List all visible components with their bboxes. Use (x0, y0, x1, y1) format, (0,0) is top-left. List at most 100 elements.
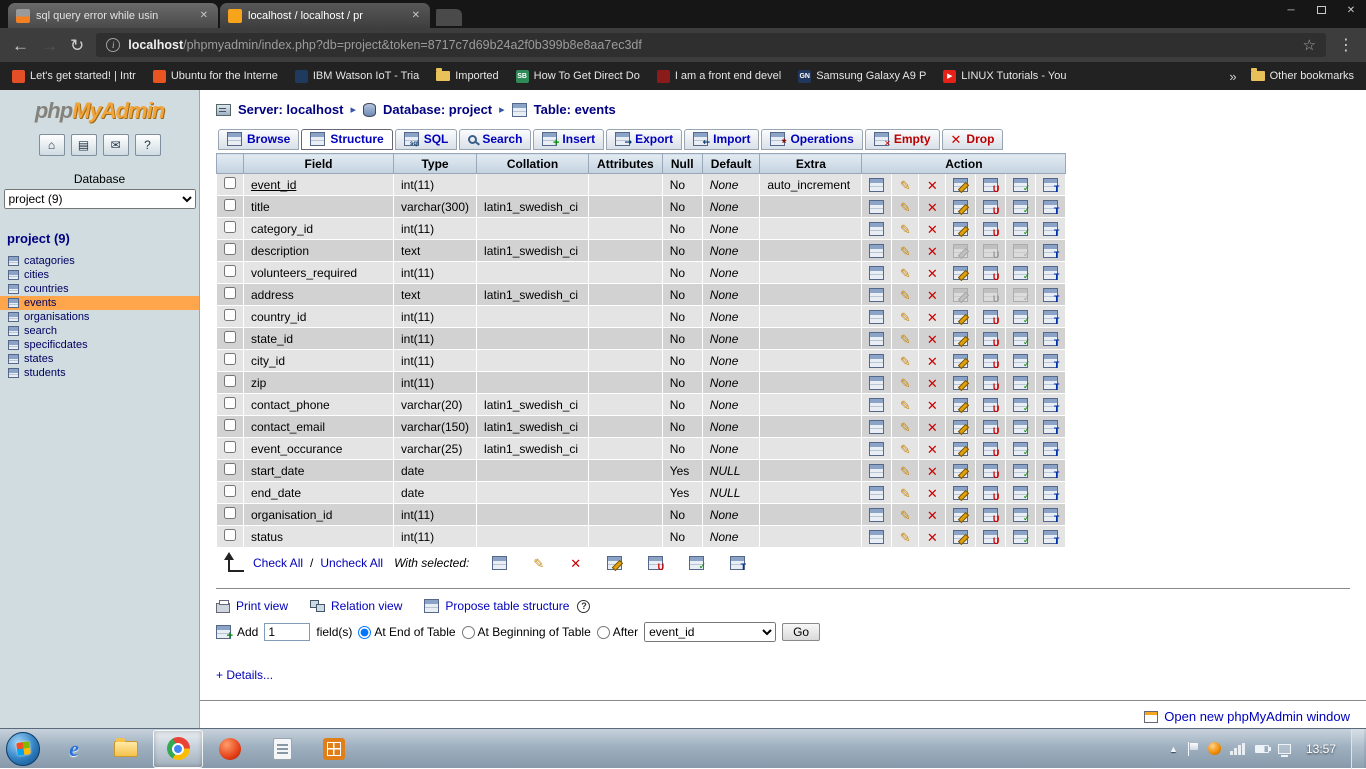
browse-icon[interactable] (869, 375, 885, 390)
bookmarks-overflow-icon[interactable]: » (1229, 69, 1236, 84)
tab-export[interactable]: Export (606, 129, 683, 150)
primary-icon[interactable] (953, 397, 969, 412)
tab-drop[interactable]: ✕ Drop (941, 129, 1004, 150)
after-field-select[interactable]: event_id (644, 622, 777, 642)
fulltext-icon[interactable] (1043, 331, 1059, 348)
sidebar-table-catagories[interactable]: catagories (0, 254, 199, 268)
change-icon[interactable]: ✎ (900, 509, 911, 522)
browse-icon[interactable] (869, 177, 885, 192)
primary-icon[interactable] (953, 419, 969, 434)
bookmark-item[interactable]: Imported (436, 68, 499, 82)
sidebar-table-events[interactable]: events (0, 296, 199, 310)
change-icon[interactable]: ✎ (900, 487, 911, 500)
unique-icon[interactable] (983, 529, 999, 546)
details-link[interactable]: + Details... (216, 668, 1350, 682)
browser-tab-1[interactable]: sql query error while usin ✕ (8, 3, 218, 28)
bookmark-star-icon[interactable]: ☆ (1303, 36, 1316, 54)
browse-icon[interactable] (869, 287, 885, 302)
row-checkbox[interactable] (224, 529, 236, 541)
fulltext-icon[interactable] (1043, 221, 1059, 238)
primary-icon[interactable] (953, 309, 969, 324)
change-icon[interactable]: ✎ (900, 333, 911, 346)
breadcrumb-database[interactable]: Database: project (383, 102, 492, 117)
index-icon[interactable] (1013, 441, 1030, 458)
breadcrumb-table[interactable]: Table: events (534, 102, 616, 117)
taskbar-ie-button[interactable]: e (49, 730, 99, 768)
change-icon[interactable]: ✎ (900, 465, 911, 478)
page-info-icon[interactable]: i (106, 38, 121, 52)
row-checkbox[interactable] (224, 199, 236, 211)
row-checkbox[interactable] (224, 353, 236, 365)
change-icon[interactable]: ✎ (900, 355, 911, 368)
primary-icon[interactable] (953, 485, 969, 500)
change-icon[interactable]: ✎ (900, 399, 911, 412)
update-icon[interactable] (1207, 742, 1221, 755)
bookmark-item[interactable]: Let's get started! | Intr (12, 69, 136, 83)
browse-icon[interactable] (869, 397, 885, 412)
unique-icon[interactable] (983, 309, 999, 326)
fulltext-icon[interactable] (1043, 463, 1059, 480)
sidebar-table-specificdates[interactable]: specificdates (0, 338, 199, 352)
fulltext-icon[interactable] (1043, 243, 1059, 260)
taskbar-browser-button[interactable] (205, 730, 255, 768)
change-icon[interactable]: ✎ (900, 267, 911, 280)
drop-icon[interactable]: ✕ (927, 377, 938, 390)
check-all-link[interactable]: Check All (253, 556, 303, 570)
unique-icon[interactable] (983, 463, 999, 480)
tab-empty[interactable]: Empty (864, 129, 940, 150)
tab-search[interactable]: Search (459, 129, 532, 150)
primary-icon[interactable] (953, 265, 969, 280)
other-bookmarks-button[interactable]: Other bookmarks (1250, 68, 1354, 82)
after-option[interactable]: After (596, 625, 638, 639)
unique-icon[interactable] (983, 265, 999, 282)
minimize-button[interactable]: ─ (1276, 0, 1306, 20)
primary-icon[interactable] (953, 353, 969, 368)
primary-icon[interactable] (953, 331, 969, 346)
drop-icon[interactable]: ✕ (927, 443, 938, 456)
change-icon[interactable]: ✎ (900, 377, 911, 390)
tab-operations[interactable]: Operations (761, 129, 863, 150)
uncheck-all-link[interactable]: Uncheck All (320, 556, 383, 570)
show-desktop-button[interactable] (1351, 728, 1364, 769)
unique-icon[interactable] (983, 441, 999, 458)
row-checkbox[interactable] (224, 309, 236, 321)
browse-icon[interactable] (869, 507, 885, 522)
row-checkbox[interactable] (224, 331, 236, 343)
browse-icon[interactable] (869, 265, 885, 280)
drop-icon[interactable]: ✕ (927, 399, 938, 412)
fulltext-icon[interactable] (1043, 265, 1059, 282)
browser-tab-2[interactable]: localhost / localhost / pr ✕ (220, 3, 430, 28)
row-checkbox[interactable] (224, 463, 236, 475)
primary-icon[interactable] (953, 441, 969, 456)
index-icon[interactable] (689, 556, 706, 572)
field-count-input[interactable] (264, 623, 311, 641)
tab-import[interactable]: Import (684, 129, 760, 150)
drop-icon[interactable]: ✕ (927, 179, 938, 192)
browse-icon[interactable] (869, 353, 885, 368)
drop-icon[interactable]: ✕ (927, 355, 938, 368)
primary-icon[interactable] (607, 556, 623, 570)
taskbar-chrome-button[interactable] (153, 729, 203, 768)
index-icon[interactable] (1013, 177, 1030, 194)
database-link[interactable]: project (9) (7, 231, 199, 246)
row-checkbox[interactable] (224, 221, 236, 233)
change-icon[interactable]: ✎ (900, 443, 911, 456)
help-icon[interactable]: ? (577, 599, 591, 613)
row-checkbox[interactable] (224, 243, 236, 255)
fulltext-icon[interactable] (1043, 441, 1059, 458)
phpmyadmin-logo[interactable]: phpMyAdmin (0, 98, 199, 124)
browse-icon[interactable] (869, 485, 885, 500)
index-icon[interactable] (1013, 419, 1030, 436)
back-button[interactable]: ← (12, 37, 29, 54)
fulltext-icon[interactable] (1043, 199, 1059, 216)
fulltext-icon[interactable] (1043, 375, 1059, 392)
primary-icon[interactable] (953, 221, 969, 236)
bookmark-item[interactable]: I am a front end devel (656, 69, 781, 83)
index-icon[interactable] (1013, 485, 1030, 502)
change-icon[interactable]: ✎ (900, 245, 911, 258)
bookmark-item[interactable]: IBM Watson IoT - Tria (294, 69, 419, 83)
drop-icon[interactable]: ✕ (927, 245, 938, 258)
print-view-link[interactable]: Print view (236, 599, 288, 613)
bookmark-item[interactable]: ▶ LINUX Tutorials - You (943, 69, 1066, 83)
drop-icon[interactable]: ✕ (927, 311, 938, 324)
